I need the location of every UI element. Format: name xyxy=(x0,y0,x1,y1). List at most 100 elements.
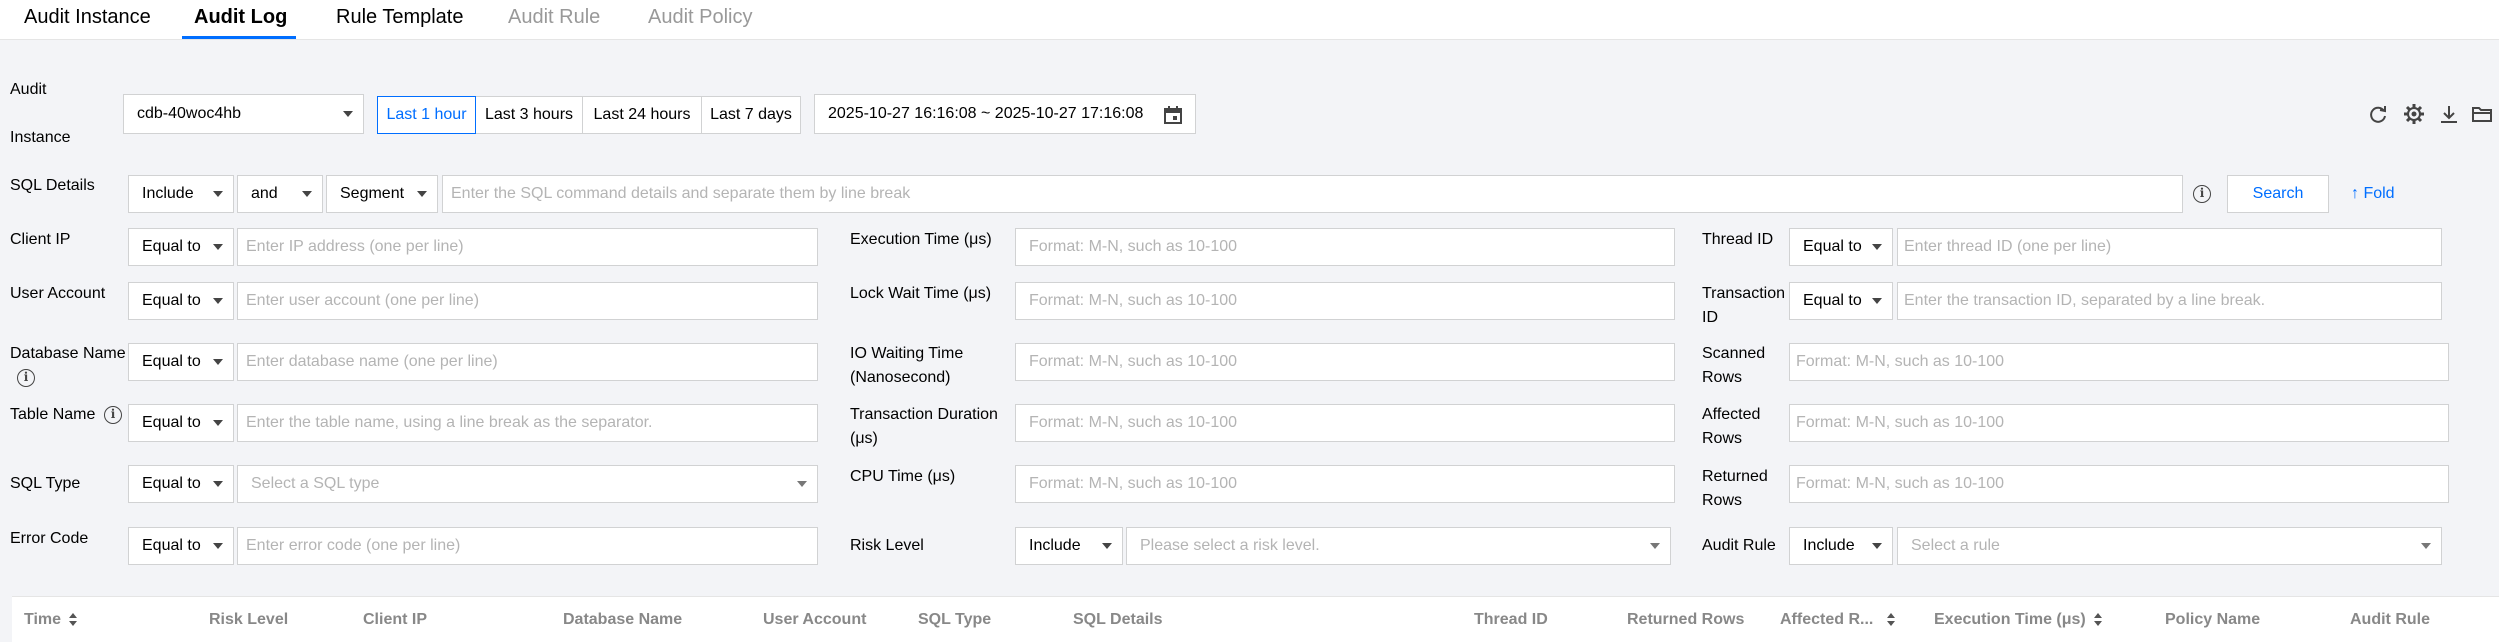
database-name-label: Database Name xyxy=(10,345,126,362)
execution-time-input[interactable]: Format: M-N, such as 10-100 xyxy=(1015,228,1675,266)
sql-details-input[interactable]: Enter the SQL command details and separa… xyxy=(442,175,2183,213)
chevron-down-icon xyxy=(213,298,223,304)
transaction-duration-placeholder: Format: M-N, such as 10-100 xyxy=(1029,414,1238,431)
database-name-input[interactable]: Enter database name (one per line) xyxy=(237,343,818,381)
sort-icon[interactable] xyxy=(69,612,78,627)
sql-details-mode-select[interactable]: Include xyxy=(128,175,234,213)
refresh-icon[interactable] xyxy=(2367,103,2389,125)
tab-bar: Audit Instance Audit Log Rule Template A… xyxy=(0,0,2499,40)
thread-id-operator-value: Equal to xyxy=(1803,238,1862,255)
column-header-risk-level: Risk Level xyxy=(209,611,289,628)
table-name-operator-value: Equal to xyxy=(142,414,201,431)
lock-wait-time-label: Lock Wait Time (μs) xyxy=(850,285,992,302)
chevron-down-icon xyxy=(1102,543,1112,549)
database-name-operator-value: Equal to xyxy=(142,353,201,370)
chevron-down-icon xyxy=(343,111,353,117)
tab-audit-log[interactable]: Audit Log xyxy=(194,6,287,29)
scanned-rows-label-line2: Rows xyxy=(1702,369,1743,386)
chevron-down-icon xyxy=(213,359,223,365)
sql-details-match-value: Segment xyxy=(340,185,405,202)
risk-level-select[interactable]: Please select a risk level. xyxy=(1126,527,1671,565)
table-name-operator-select[interactable]: Equal to xyxy=(128,404,234,442)
table-name-label: Table Name xyxy=(10,406,96,423)
audit-rule-select[interactable]: Select a rule xyxy=(1897,527,2442,565)
user-account-label: User Account xyxy=(10,285,106,302)
affected-rows-input[interactable]: Format: M-N, such as 10-100 xyxy=(1789,404,2449,442)
client-ip-label: Client IP xyxy=(10,231,71,248)
time-preset-3h[interactable]: Last 3 hours xyxy=(475,96,583,134)
column-header-thread-id: Thread ID xyxy=(1474,611,1548,628)
transaction-duration-input[interactable]: Format: M-N, such as 10-100 xyxy=(1015,404,1675,442)
lock-wait-time-input[interactable]: Format: M-N, such as 10-100 xyxy=(1015,282,1675,320)
error-code-label: Error Code xyxy=(10,530,89,547)
sort-icon[interactable] xyxy=(2093,612,2102,627)
error-code-operator-select[interactable]: Equal to xyxy=(128,527,234,565)
thread-id-operator-select[interactable]: Equal to xyxy=(1789,228,1893,266)
column-header-affected-rows[interactable]: Affected R... xyxy=(1780,609,1896,631)
gear-icon[interactable] xyxy=(2403,103,2425,125)
chevron-down-icon xyxy=(1872,244,1882,250)
io-waiting-time-input[interactable]: Format: M-N, such as 10-100 xyxy=(1015,343,1675,381)
client-ip-placeholder: Enter IP address (one per line) xyxy=(246,238,464,255)
tab-audit-rule[interactable]: Audit Rule xyxy=(508,6,600,29)
info-icon[interactable]: i xyxy=(104,406,122,424)
user-account-operator-select[interactable]: Equal to xyxy=(128,282,234,320)
chevron-down-icon xyxy=(1872,543,1882,549)
error-code-operator-value: Equal to xyxy=(142,537,201,554)
tab-audit-instance[interactable]: Audit Instance xyxy=(24,6,151,29)
client-ip-operator-value: Equal to xyxy=(142,238,201,255)
folder-icon[interactable] xyxy=(2471,103,2493,125)
error-code-input[interactable]: Enter error code (one per line) xyxy=(237,527,818,565)
info-icon[interactable]: i xyxy=(2193,185,2211,203)
time-preset-24h[interactable]: Last 24 hours xyxy=(582,96,702,134)
time-range-picker[interactable]: 2025-10-27 16:16:08 ~ 2025-10-27 17:16:0… xyxy=(814,94,1196,134)
time-preset-1h[interactable]: Last 1 hour xyxy=(377,96,476,134)
column-header-sql-type: SQL Type xyxy=(918,611,992,628)
affected-rows-label-line1: Affected xyxy=(1702,406,1761,423)
fold-button[interactable]: ↑ Fold xyxy=(2351,183,2395,205)
column-header-policy-name: Policy Name xyxy=(2165,611,2261,628)
transaction-duration-label-line1: Transaction Duration xyxy=(850,406,998,423)
audit-rule-operator-select[interactable]: Include xyxy=(1789,527,1893,565)
info-icon[interactable]: i xyxy=(17,369,35,387)
cpu-time-input[interactable]: Format: M-N, such as 10-100 xyxy=(1015,465,1675,503)
sort-icon[interactable] xyxy=(1887,612,1896,627)
risk-level-operator-select[interactable]: Include xyxy=(1015,527,1123,565)
column-header-client-ip: Client IP xyxy=(363,611,428,628)
returned-rows-placeholder: Format: M-N, such as 10-100 xyxy=(1796,475,2005,492)
sql-details-match-select[interactable]: Segment xyxy=(326,175,438,213)
returned-rows-label-line2: Rows xyxy=(1702,492,1743,509)
download-icon[interactable] xyxy=(2438,103,2460,125)
table-name-placeholder: Enter the table name, using a line break… xyxy=(246,414,653,431)
search-button[interactable]: Search xyxy=(2227,175,2329,213)
sql-type-operator-select[interactable]: Equal to xyxy=(128,465,234,503)
table-name-input[interactable]: Enter the table name, using a line break… xyxy=(237,404,818,442)
transaction-id-input[interactable]: Enter the transaction ID, separated by a… xyxy=(1897,282,2442,320)
tab-rule-template[interactable]: Rule Template xyxy=(336,6,463,29)
scanned-rows-input[interactable]: Format: M-N, such as 10-100 xyxy=(1789,343,2449,381)
transaction-id-operator-select[interactable]: Equal to xyxy=(1789,282,1893,320)
sql-type-operator-value: Equal to xyxy=(142,475,201,492)
column-header-time[interactable]: Time xyxy=(24,609,78,631)
chevron-down-icon xyxy=(213,420,223,426)
returned-rows-input[interactable]: Format: M-N, such as 10-100 xyxy=(1789,465,2449,503)
thread-id-input[interactable]: Enter thread ID (one per line) xyxy=(1897,228,2442,266)
audit-rule-label: Audit Rule xyxy=(1702,537,1776,554)
audit-instance-value: cdb-40woc4hb xyxy=(137,105,242,122)
database-name-operator-select[interactable]: Equal to xyxy=(128,343,234,381)
active-tab-indicator xyxy=(182,36,296,39)
chevron-down-icon xyxy=(1872,298,1882,304)
audit-rule-placeholder: Select a rule xyxy=(1911,537,2000,554)
sql-details-logic-select[interactable]: and xyxy=(237,175,323,213)
tab-audit-policy[interactable]: Audit Policy xyxy=(648,6,753,29)
column-header-execution-time[interactable]: Execution Time (μs) xyxy=(1934,609,2102,631)
client-ip-operator-select[interactable]: Equal to xyxy=(128,228,234,266)
time-range-value: 2025-10-27 16:16:08 ~ 2025-10-27 17:16:0… xyxy=(828,105,1144,122)
time-preset-7d[interactable]: Last 7 days xyxy=(701,96,801,134)
client-ip-input[interactable]: Enter IP address (one per line) xyxy=(237,228,818,266)
sql-type-select[interactable]: Select a SQL type xyxy=(237,465,818,503)
user-account-input[interactable]: Enter user account (one per line) xyxy=(237,282,818,320)
chevron-down-icon xyxy=(213,244,223,250)
audit-rule-operator-value: Include xyxy=(1803,537,1855,554)
audit-instance-select[interactable]: cdb-40woc4hb xyxy=(123,94,364,134)
